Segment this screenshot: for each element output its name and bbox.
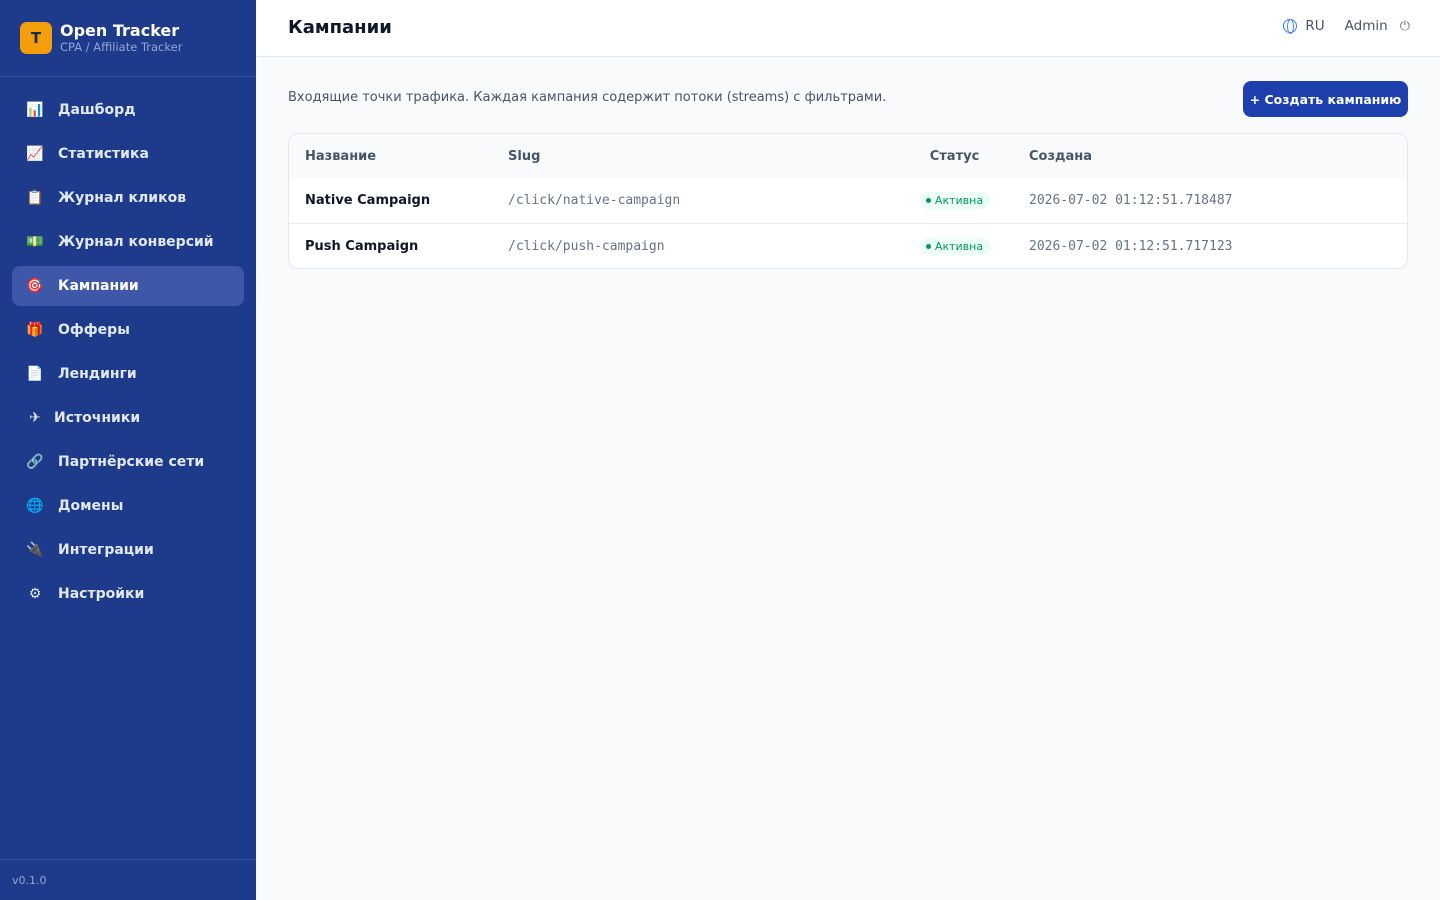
sidebar-item-label: Лендинги bbox=[58, 366, 137, 382]
globe-icon: 🌐 bbox=[26, 498, 44, 514]
sidebar-item-label: Настройки bbox=[58, 586, 145, 602]
logout-icon[interactable]: ⏻ bbox=[1400, 19, 1410, 34]
language-switcher[interactable]: RU bbox=[1283, 18, 1325, 34]
sidebar-item-label: Журнал конверсий bbox=[58, 234, 214, 250]
sidebar-item-statistics[interactable]: 📈 Статистика bbox=[12, 134, 244, 174]
table-header: Название Slug Статус Создана bbox=[289, 134, 1407, 178]
language-label: RU bbox=[1305, 18, 1325, 34]
sidebar-item-settings[interactable]: ⚙ Настройки bbox=[12, 574, 244, 614]
status-dot-icon bbox=[925, 243, 931, 249]
sidebar-item-domains[interactable]: 🌐 Домены bbox=[12, 486, 244, 526]
sidebar-item-label: Журнал кликов bbox=[58, 190, 187, 206]
sidebar-item-sources[interactable]: ✈ Источники bbox=[12, 398, 244, 438]
brand[interactable]: T Open Tracker CPA / Affiliate Tracker bbox=[0, 0, 256, 77]
version-label: v0.1.0 bbox=[12, 873, 47, 887]
globe-icon bbox=[1283, 19, 1298, 34]
sidebar-item-label: Партнёрские сети bbox=[58, 454, 205, 470]
sidebar-item-campaigns[interactable]: 🎯 Кампании bbox=[12, 266, 244, 306]
sidebar-item-offers[interactable]: 🎁 Офферы bbox=[12, 310, 244, 350]
column-header-status[interactable]: Статус bbox=[880, 149, 1029, 164]
brand-logo: T bbox=[20, 22, 52, 54]
table-row[interactable]: Push Campaign /click/push-campaign Актив… bbox=[289, 223, 1407, 268]
sidebar-item-label: Интеграции bbox=[58, 542, 154, 558]
sidebar-item-click-log[interactable]: 📋 Журнал кликов bbox=[12, 178, 244, 218]
gear-icon: ⚙ bbox=[28, 586, 42, 602]
status-dot-icon bbox=[925, 198, 931, 203]
sidebar-footer: v0.1.0 bbox=[0, 859, 256, 900]
status-label: Активна bbox=[934, 194, 984, 207]
brand-subtitle: CPA / Affiliate Tracker bbox=[60, 40, 183, 54]
bar-chart-icon: 📊 bbox=[26, 102, 44, 118]
sidebar-item-label: Домены bbox=[58, 498, 124, 514]
sidebar-item-integrations[interactable]: 🔌 Интеграции bbox=[12, 530, 244, 570]
create-campaign-button[interactable]: + Создать кампанию bbox=[1243, 81, 1408, 117]
target-icon: 🎯 bbox=[26, 278, 44, 294]
sidebar-nav: 📊 Дашборд 📈 Статистика 📋 Журнал кликов 💵… bbox=[12, 90, 244, 618]
page-title: Кампании bbox=[288, 17, 392, 38]
campaign-name[interactable]: Push Campaign bbox=[289, 239, 508, 254]
document-icon: 📄 bbox=[26, 366, 44, 382]
link-icon: 🔗 bbox=[26, 454, 44, 470]
plug-icon: 🔌 bbox=[26, 542, 44, 558]
sidebar-item-conversion-log[interactable]: 💵 Журнал конверсий bbox=[12, 222, 244, 262]
line-chart-icon: 📈 bbox=[26, 146, 44, 162]
campaigns-table: Название Slug Статус Создана Native Camp… bbox=[288, 133, 1408, 269]
page-description: Входящие точки трафика. Каждая кампания … bbox=[288, 90, 887, 105]
clipboard-icon: 📋 bbox=[26, 190, 44, 206]
sidebar-item-affiliate-networks[interactable]: 🔗 Партнёрские сети bbox=[12, 442, 244, 482]
column-header-name[interactable]: Название bbox=[289, 149, 508, 164]
plane-icon: ✈ bbox=[29, 410, 41, 426]
sidebar-item-dashboard[interactable]: 📊 Дашборд bbox=[12, 90, 244, 130]
money-icon: 💵 bbox=[26, 234, 44, 250]
campaign-slug: /click/native-campaign bbox=[508, 193, 681, 208]
campaign-slug: /click/push-campaign bbox=[508, 238, 665, 254]
sidebar: T Open Tracker CPA / Affiliate Tracker 📊… bbox=[0, 0, 256, 900]
topbar-actions: RU Admin ⏻ bbox=[1283, 18, 1410, 34]
topbar: Кампании RU Admin ⏻ bbox=[256, 0, 1440, 57]
sidebar-item-label: Статистика bbox=[58, 146, 149, 162]
campaign-created: 2026-07-02 01:12:51.718487 bbox=[1029, 193, 1233, 208]
campaign-name[interactable]: Native Campaign bbox=[289, 193, 508, 208]
sidebar-item-label: Кампании bbox=[58, 278, 139, 294]
status-badge: Активна bbox=[918, 237, 991, 255]
brand-text: Open Tracker CPA / Affiliate Tracker bbox=[60, 21, 182, 55]
status-cell: Активна bbox=[880, 237, 1029, 255]
status-label: Активна bbox=[934, 239, 984, 253]
sidebar-item-label: Источники bbox=[54, 410, 141, 426]
brand-name: Open Tracker bbox=[60, 21, 180, 40]
status-cell: Активна bbox=[880, 192, 1029, 209]
campaign-created: 2026-07-02 01:12:51.717123 bbox=[1029, 238, 1233, 254]
status-badge: Активна bbox=[918, 192, 991, 209]
sidebar-item-label: Офферы bbox=[58, 322, 130, 338]
column-header-created[interactable]: Создана bbox=[1029, 149, 1092, 164]
gift-icon: 🎁 bbox=[26, 322, 44, 338]
table-row[interactable]: Native Campaign /click/native-campaign А… bbox=[289, 178, 1407, 223]
sidebar-item-landings[interactable]: 📄 Лендинги bbox=[12, 354, 244, 394]
user-name: Admin bbox=[1344, 18, 1388, 34]
sidebar-item-label: Дашборд bbox=[58, 102, 136, 118]
column-header-slug[interactable]: Slug bbox=[508, 149, 880, 164]
